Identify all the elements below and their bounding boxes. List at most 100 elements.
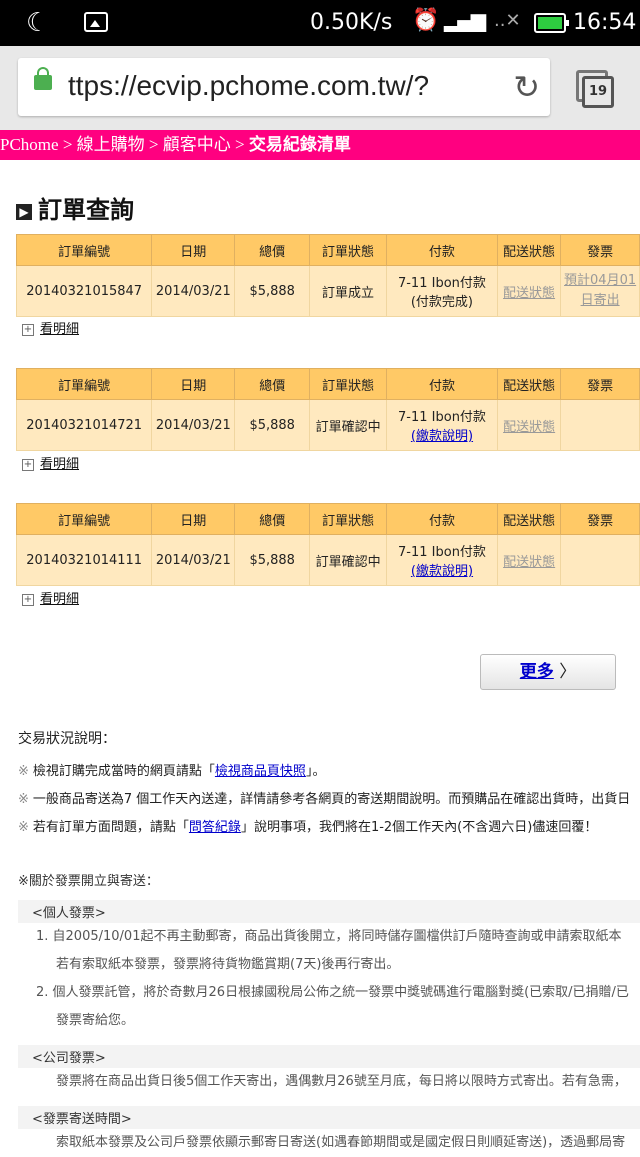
header-status: 訂單狀態 [309, 234, 387, 266]
page-title-text: 訂單查詢 [38, 196, 134, 224]
order-status: 訂單成立 [309, 265, 387, 317]
header-shipping: 配送狀態 [496, 503, 562, 535]
header-shipping: 配送狀態 [496, 368, 562, 400]
detail-toggle[interactable]: + 看明細 [22, 588, 79, 607]
address-bar[interactable]: ttps://ecvip.pchome.com.tw/? ↻ [18, 58, 550, 116]
detail-link[interactable]: 看明細 [40, 457, 79, 472]
header-total: 總價 [234, 503, 311, 535]
header-total: 總價 [234, 234, 311, 266]
header-order-id: 訂單編號 [15, 503, 153, 535]
invoice-cell [560, 534, 640, 586]
reload-icon[interactable]: ↻ [513, 68, 540, 106]
payment-method: 7-11 Ibon付款 [398, 545, 486, 560]
order-payment: 7-11 Ibon付款 (付款完成) [385, 265, 498, 317]
payment-instructions-link[interactable]: (繳款說明) [388, 425, 496, 444]
breadcrumb-shopping[interactable]: 線上購物 [77, 135, 145, 154]
shipping-status-link[interactable]: 配送狀態 [496, 265, 562, 317]
plus-icon: + [22, 594, 34, 606]
header-payment: 付款 [385, 503, 499, 535]
note-line: ※ 若有訂單方面問題，請點「問答紀錄」說明事項，我們將在1-2個工作天內(不含週六… [18, 814, 640, 842]
breadcrumb-sep: > [144, 135, 163, 154]
detail-toggle[interactable]: + 看明細 [22, 318, 79, 337]
breadcrumb-customer-center[interactable]: 顧客中心 [163, 135, 231, 154]
personal-invoice-label: <個人發票> [18, 900, 640, 923]
asterisk-icon: ※ [18, 820, 29, 835]
header-date: 日期 [151, 368, 236, 400]
header-status: 訂單狀態 [309, 503, 387, 535]
shipping-status-link[interactable]: 配送狀態 [496, 534, 562, 586]
order-date: 2014/03/21 [151, 534, 236, 586]
plus-icon: + [22, 324, 34, 336]
tab-count: 19 [582, 76, 614, 108]
company-invoice-label: <公司發票> [18, 1045, 640, 1068]
note-text: 」說明事項，我們將在1-2個工作天內(不含週六日)儘速回覆！ [240, 820, 598, 835]
detail-link[interactable]: 看明細 [40, 322, 79, 337]
order-id: 20140321015847 [15, 265, 153, 317]
battery-icon [534, 13, 569, 33]
chevron-right-icon: 〉 [559, 662, 577, 682]
breadcrumb-current: 交易紀錄清單 [248, 135, 351, 154]
payment-instructions-link[interactable]: (繳款說明) [388, 560, 496, 579]
network-speed: 0.50K/s [310, 10, 393, 35]
table-header-row: 訂單編號 日期 總價 訂單狀態 付款 配送狀態 發票 [15, 368, 640, 400]
invoice-line: 發票將在商品出貨日後5個工作天寄出，遇偶數月26號至月底，每日將以限時方式寄出。… [56, 1074, 627, 1089]
browser-toolbar: ttps://ecvip.pchome.com.tw/? ↻ 19 [0, 46, 640, 130]
asterisk-icon: ※ [18, 792, 29, 807]
arrow-right-icon: ▶ [16, 204, 32, 220]
invoice-cell [560, 399, 640, 451]
moon-icon: ☾ [26, 8, 50, 38]
payment-status: (付款完成) [410, 295, 473, 310]
image-notification-icon [84, 12, 108, 32]
note-text: 若有訂單方面問題，請點「 [32, 820, 189, 835]
tabs-button[interactable]: 19 [576, 70, 616, 110]
breadcrumb-pchome[interactable]: PChome [0, 135, 59, 154]
shipping-status-link[interactable]: 配送狀態 [496, 399, 562, 451]
order-id: 20140321014111 [15, 534, 153, 586]
note-text: 檢視訂購完成當時的網頁請點「 [32, 764, 215, 779]
order-payment: 7-11 Ibon付款 (繳款說明) [385, 534, 499, 586]
breadcrumb: PChome > 線上購物 > 顧客中心 > 交易紀錄清單 [0, 130, 640, 160]
detail-link[interactable]: 看明細 [40, 592, 79, 607]
invoice-line: 發票寄給您。 [56, 1013, 135, 1028]
breadcrumb-sep: > [230, 135, 249, 154]
table-row: 20140321015847 2014/03/21 $5,888 訂單成立 7-… [15, 265, 640, 317]
order-id: 20140321014721 [15, 399, 153, 451]
header-order-id: 訂單編號 [15, 234, 153, 266]
invoice-info: ※關於發票開立與寄送： <個人發票> 1. 自2005/10/01起不再主動郵寄… [18, 868, 640, 1157]
lock-icon [34, 67, 52, 90]
header-invoice: 發票 [560, 368, 640, 400]
header-total: 總價 [234, 368, 311, 400]
invoice-heading: ※關於發票開立與寄送： [18, 868, 640, 896]
header-order-id: 訂單編號 [15, 368, 153, 400]
more-label: 更多 [519, 662, 554, 682]
note-line: ※ 檢視訂購完成當時的網頁請點「檢視商品頁快照」。 [18, 758, 640, 786]
note-text: 」。 [305, 764, 326, 779]
header-date: 日期 [151, 503, 236, 535]
more-button[interactable]: 更多 〉 [480, 654, 616, 690]
qa-record-link[interactable]: 問答紀錄 [189, 820, 241, 835]
signal-weak-icon: ..✕ [494, 10, 521, 31]
clock: 16:54 [573, 10, 637, 35]
header-payment: 付款 [385, 234, 498, 266]
alarm-icon: ⏰ [412, 8, 440, 33]
order-status: 訂單確認中 [309, 399, 387, 451]
detail-toggle[interactable]: + 看明細 [22, 453, 79, 472]
header-shipping: 配送狀態 [496, 234, 562, 266]
url-text[interactable]: ttps://ecvip.pchome.com.tw/? [68, 70, 500, 102]
invoice-link[interactable]: 預計04月01日寄出 [560, 265, 640, 317]
header-invoice: 發票 [560, 234, 640, 266]
order-payment: 7-11 Ibon付款 (繳款說明) [385, 399, 499, 451]
header-status: 訂單狀態 [309, 368, 387, 400]
order-table: 訂單編號 日期 總價 訂單狀態 付款 配送狀態 發票 2014032101411… [15, 503, 640, 586]
snapshot-link[interactable]: 檢視商品頁快照 [215, 764, 306, 779]
notes-heading: 交易狀況說明： [18, 731, 116, 747]
signal-icon: ▂▄▆ [444, 8, 486, 32]
table-header-row: 訂單編號 日期 總價 訂單狀態 付款 配送狀態 發票 [15, 234, 640, 266]
order-date: 2014/03/21 [151, 399, 236, 451]
order-total: $5,888 [234, 534, 311, 586]
table-row: 20140321014721 2014/03/21 $5,888 訂單確認中 7… [15, 399, 640, 451]
order-date: 2014/03/21 [151, 265, 236, 317]
header-payment: 付款 [385, 368, 499, 400]
order-table: 訂單編號 日期 總價 訂單狀態 付款 配送狀態 發票 2014032101472… [15, 368, 640, 451]
invoice-timing-label: <發票寄送時間> [18, 1106, 640, 1129]
